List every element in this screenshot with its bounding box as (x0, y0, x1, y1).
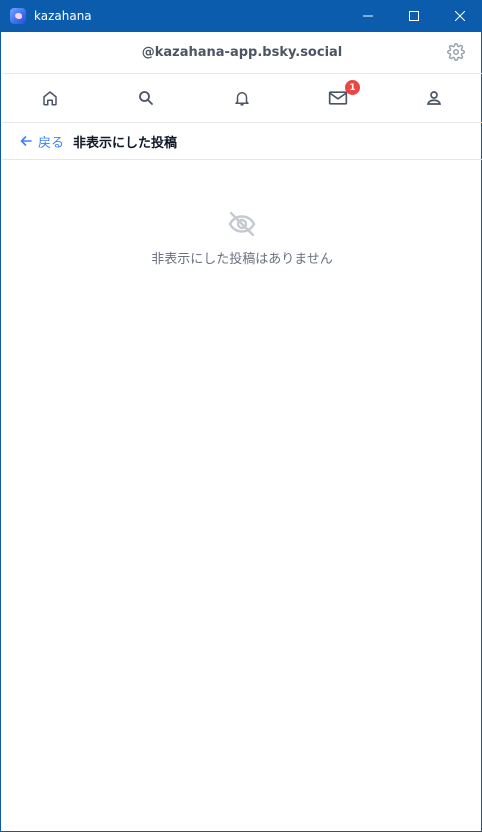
nav-notifications[interactable] (194, 74, 290, 122)
mail-icon (328, 91, 348, 105)
title-bar[interactable]: kazahana (1, 0, 482, 32)
window-controls (345, 0, 482, 32)
window-title: kazahana (34, 9, 92, 23)
bell-icon (235, 92, 249, 106)
empty-message: 非表示にした投稿はありません (151, 251, 333, 266)
person-icon (426, 91, 442, 105)
app-logo-icon (10, 8, 26, 24)
gear-icon (447, 43, 465, 61)
maximize-button[interactable] (391, 0, 437, 32)
minimize-button[interactable] (345, 0, 391, 32)
page-title: 非表示にした投稿 (73, 134, 178, 150)
search-icon (139, 91, 153, 105)
close-icon (455, 11, 465, 21)
close-button[interactable] (437, 0, 482, 32)
settings-button[interactable] (446, 42, 466, 62)
account-header: @kazahana-app.bsky.social (2, 32, 482, 74)
nav-profile[interactable] (386, 74, 482, 122)
sub-header: 戻る 非表示にした投稿 (2, 123, 482, 160)
nav-messages[interactable]: 1 (290, 74, 386, 122)
nav-search[interactable] (98, 74, 194, 122)
back-label: 戻る (38, 134, 65, 150)
account-handle[interactable]: @kazahana-app.bsky.social (142, 45, 343, 60)
app-window: kazahana @kazahana-app.bsky.social 1 戻る … (0, 0, 482, 832)
back-button[interactable]: 戻る (20, 132, 64, 151)
minimize-icon (363, 15, 373, 17)
empty-state: 非表示にした投稿はありません (2, 210, 482, 267)
nav-home[interactable] (2, 74, 98, 122)
arrow-left-icon (20, 136, 32, 146)
nav-bar: 1 (2, 74, 482, 123)
home-icon (43, 91, 57, 106)
eye-off-icon (228, 211, 256, 237)
maximize-icon (409, 11, 419, 21)
unread-badge: 1 (345, 80, 360, 95)
